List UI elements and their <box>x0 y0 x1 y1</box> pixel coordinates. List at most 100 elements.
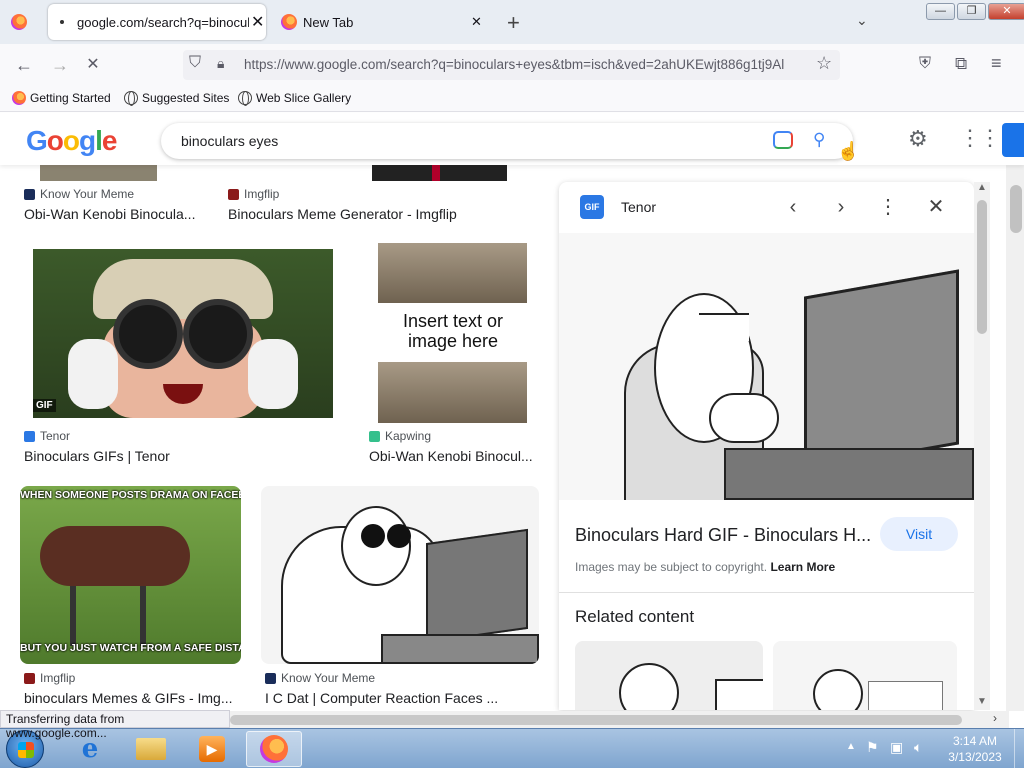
source-label: Know Your Meme <box>281 671 376 685</box>
close-panel-icon[interactable]: ✕ <box>924 195 948 219</box>
result-image-giant-binoculars[interactable]: WHEN SOMEONE POSTS DRAMA ON FACEBOOK BUT… <box>20 486 241 664</box>
search-icon[interactable]: ⚲ <box>813 130 825 150</box>
result-title[interactable]: Binoculars Meme Generator - Imgflip <box>228 206 528 222</box>
related-image[interactable] <box>575 641 763 710</box>
next-chevron-icon[interactable]: › <box>829 195 853 219</box>
source-label: Imgflip <box>244 187 280 201</box>
search-input[interactable]: binoculars eyes <box>181 133 278 149</box>
account-button[interactable] <box>1002 123 1024 157</box>
tab-label: New Tab <box>303 14 354 30</box>
new-tab-button[interactable]: + <box>507 10 520 36</box>
result-title[interactable]: Binoculars GIFs | Tenor <box>24 448 324 464</box>
clock-date: 3/13/2023 <box>948 750 1002 764</box>
scroll-right-arrow-icon[interactable]: › <box>993 711 997 725</box>
taskbar-firefox[interactable] <box>246 731 302 767</box>
close-tab-icon[interactable]: ✕ <box>471 14 482 30</box>
mouse-cursor-icon: ☝ <box>837 141 860 161</box>
url-text[interactable]: https://www.google.com/search?q=binocula… <box>244 57 804 72</box>
hamburger-menu-icon[interactable]: ≡ <box>991 53 1002 74</box>
firefox-icon <box>260 735 288 763</box>
result-image-kapwing[interactable]: Insert text or image here <box>378 243 527 423</box>
visit-button[interactable]: Visit <box>880 517 958 551</box>
taskbar-file-explorer[interactable] <box>123 731 179 767</box>
source-label: Kapwing <box>385 429 432 443</box>
pocket-icon[interactable]: ⛨ <box>919 55 931 73</box>
media-player-icon: ▶ <box>199 736 225 762</box>
result-source[interactable]: Know Your Meme <box>265 671 375 685</box>
restore-button[interactable]: ❐ <box>957 3 986 20</box>
result-source[interactable]: Imgflip <box>24 671 75 685</box>
clock-time: 3:14 AM <box>952 734 998 748</box>
result-source[interactable]: Tenor <box>24 429 70 443</box>
volume-muted-icon[interactable]: 🔈︎ <box>914 739 922 756</box>
bookmark-label: Suggested Sites <box>142 91 230 105</box>
globe-icon <box>238 91 252 106</box>
minimize-button[interactable]: — <box>926 3 955 20</box>
learn-more-link[interactable]: Learn More <box>770 560 835 574</box>
show-desktop-button[interactable] <box>1014 729 1024 769</box>
result-source[interactable]: Know Your Meme <box>24 187 134 201</box>
close-window-button[interactable]: ✕ <box>988 3 1024 20</box>
stop-loading-icon[interactable]: ✕ <box>81 53 105 77</box>
folder-icon <box>136 738 166 760</box>
result-source[interactable]: Imgflip <box>228 187 279 201</box>
action-center-flag-icon[interactable]: ⚑ <box>866 739 879 756</box>
related-image[interactable] <box>773 641 957 710</box>
horizontal-scrollbar-thumb[interactable] <box>230 715 962 725</box>
imgflip-favicon <box>228 188 239 200</box>
tab-google-search[interactable]: google.com/search?q=binocula ✕ <box>48 4 266 40</box>
extensions-icon[interactable]: ⧉ <box>955 54 967 74</box>
result-image-computer-reaction[interactable] <box>261 486 539 664</box>
source-label: Imgflip <box>40 671 76 685</box>
bookmark-label: Web Slice Gallery <box>256 91 352 105</box>
scroll-up-arrow-icon[interactable]: ▲ <box>977 182 987 193</box>
search-box[interactable]: binoculars eyes ⚲ ☝ <box>161 123 859 161</box>
bookmark-getting-started[interactable]: Getting Started <box>12 91 111 105</box>
firefox-menu-icon[interactable] <box>11 14 27 30</box>
lock-icon[interactable]: 🔒︎ <box>217 55 224 72</box>
previous-chevron-icon[interactable]: ‹ <box>781 195 805 219</box>
image-preview-panel: GIF Tenor ‹ › ⋮ ✕ Binoculars Hard GIF - … <box>559 182 974 710</box>
copyright-text: Images may be subject to copyright. <box>575 560 768 574</box>
result-image-binoculars-gif[interactable]: GIF <box>33 249 333 418</box>
more-options-icon[interactable]: ⋮ <box>876 195 900 219</box>
panel-source[interactable]: Tenor <box>621 199 656 215</box>
result-title[interactable]: binoculars Memes & GIFs - Img... <box>24 690 238 706</box>
result-title[interactable]: Obi-Wan Kenobi Binocula... <box>24 206 204 222</box>
panel-scrollbar[interactable]: ▲ ▼ <box>974 182 990 710</box>
settings-gear-icon[interactable]: ⚙ <box>908 126 928 152</box>
back-arrow-icon[interactable]: ← <box>12 53 36 77</box>
panel-title[interactable]: Binoculars Hard GIF - Binoculars H... <box>575 525 870 546</box>
result-source[interactable]: Kapwing <box>369 429 431 443</box>
bookmark-web-slice-gallery[interactable]: Web Slice Gallery <box>238 91 352 106</box>
close-tab-icon[interactable]: ✕ <box>251 12 264 32</box>
camera-lens-icon[interactable] <box>773 131 793 149</box>
panel-preview-image[interactable] <box>559 233 974 500</box>
page-scrollbar-thumb[interactable] <box>1010 185 1022 233</box>
scrollbar-thumb[interactable] <box>977 200 987 334</box>
bookmark-star-icon[interactable]: ☆ <box>816 53 832 74</box>
source-label: Know Your Meme <box>40 187 135 201</box>
windows-taskbar: e ▶ ▲ ⚑ ▣ 🔈︎ 3:14 AM 3/13/2023 <box>0 728 1024 769</box>
clock[interactable]: 3:14 AM 3/13/2023 <box>940 733 1010 765</box>
network-icon[interactable]: ▣ <box>890 739 903 756</box>
firefox-icon <box>281 14 297 30</box>
list-all-tabs-icon[interactable]: ⌄ <box>856 12 868 29</box>
bookmark-suggested-sites[interactable]: Suggested Sites <box>124 91 230 106</box>
page-scrollbar[interactable] <box>1006 165 1024 711</box>
globe-icon <box>124 91 138 106</box>
result-title[interactable]: Obi-Wan Kenobi Binocul... <box>369 448 537 464</box>
forward-arrow-icon[interactable]: → <box>48 53 72 77</box>
copyright-notice: Images may be subject to copyright. Lear… <box>575 560 835 574</box>
bookmarks-toolbar: Getting Started Suggested Sites Web Slic… <box>0 86 1024 112</box>
knowyourmeme-favicon <box>24 188 35 200</box>
tenor-logo-icon: GIF <box>580 195 604 219</box>
result-title[interactable]: I C Dat | Computer Reaction Faces ... <box>265 690 515 706</box>
tracking-shield-icon[interactable]: ⛉ <box>189 54 201 72</box>
scroll-down-arrow-icon[interactable]: ▼ <box>977 696 987 707</box>
google-logo[interactable]: Google <box>26 125 117 157</box>
tab-new-tab[interactable]: New Tab ✕ <box>270 4 492 40</box>
url-bar[interactable]: ⛉ 🔒︎ https://www.google.com/search?q=bin… <box>183 50 840 80</box>
show-hidden-icons[interactable]: ▲ <box>846 741 856 752</box>
taskbar-media-player[interactable]: ▶ <box>184 731 240 767</box>
